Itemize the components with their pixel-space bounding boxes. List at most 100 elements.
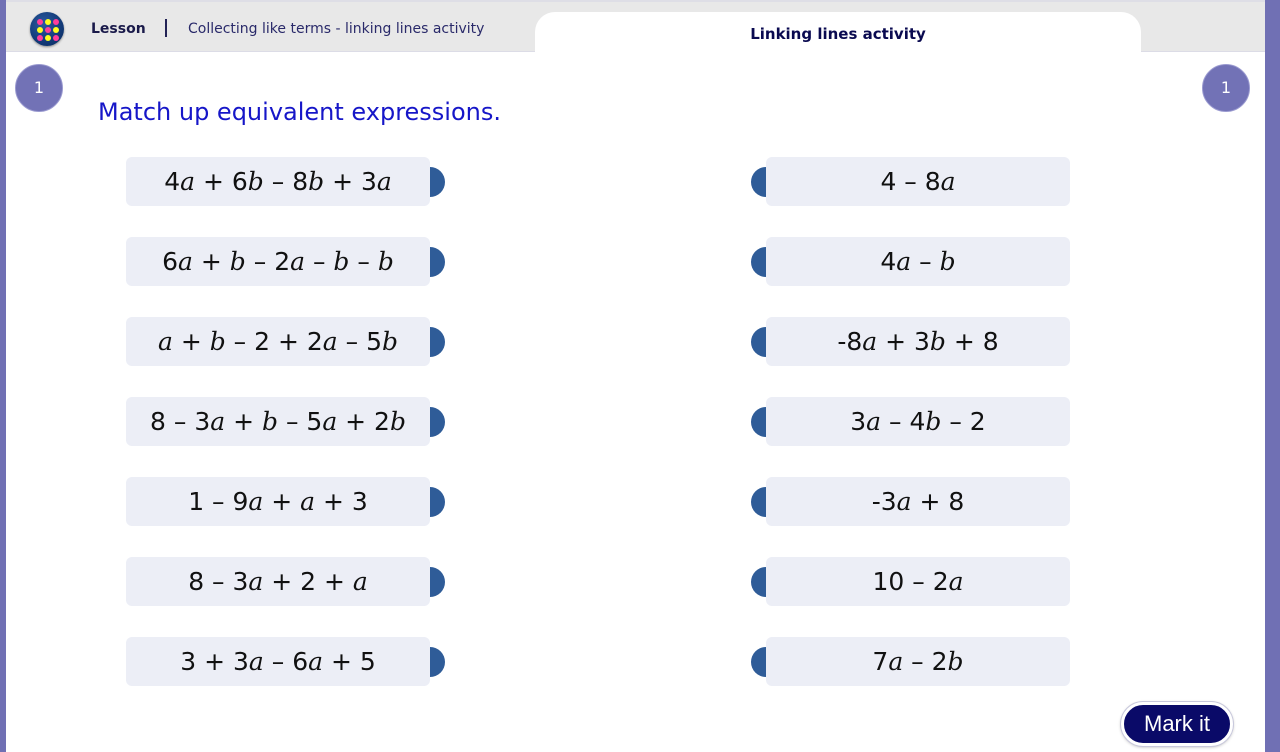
expression-text: – [305,247,334,276]
expression-text: – 4 [881,407,926,436]
variable: b [925,407,942,436]
expression-text: + 2 [337,407,390,436]
variable: a [322,407,338,436]
right-expression-card[interactable]: -8 a + 3b + 8 [766,317,1070,366]
mark-it-button[interactable]: Mark it [1121,702,1233,746]
expression-text: + [225,407,262,436]
expression-text: + [263,487,301,516]
expression-text: – 2 + 2 [225,327,323,356]
variable: a [157,327,173,356]
right-expression-card[interactable]: 10 – 2a [766,557,1070,606]
right-connector-handle[interactable] [751,647,766,677]
right-connector-handle[interactable] [751,247,766,277]
variable: a [862,327,878,356]
left-expression-card[interactable]: 8 – 3a + 2 + a [126,557,430,606]
right-connector-handle[interactable] [751,327,766,357]
variable: b [333,247,350,276]
variable: a [248,487,264,516]
breadcrumb-separator [165,19,167,37]
left-connector-handle[interactable] [430,247,445,277]
variable: b [389,407,406,436]
left-expression-card[interactable]: 6a + b – 2a – b – b [126,237,430,286]
question-number-badge-right: 1 [1202,64,1250,112]
expression-text: -8 [837,327,863,356]
variable: b [209,327,226,356]
logo-dot [37,35,43,41]
variable: a [248,647,264,676]
left-connector-handle[interactable] [430,167,445,197]
logo-dot [53,35,59,41]
right-connector-handle[interactable] [751,567,766,597]
expression-text: 1 – 9 [188,487,249,516]
left-expression-card[interactable]: 8 – 3a + b – 5a + 2b [126,397,430,446]
left-expression-card[interactable]: 1 – 9a + a + 3 [126,477,430,526]
right-expression-card[interactable]: 4a – b [766,237,1070,286]
variable: a [248,567,264,596]
left-expression-card[interactable]: a + b – 2 + 2a – 5b [126,317,430,366]
expression-text: – 2 [941,407,986,436]
logo-dot [53,27,59,33]
variable: b [947,647,964,676]
expression-text: – 6 [263,647,309,676]
left-expression-card[interactable]: 4a + 6b – 8b + 3a [126,157,430,206]
right-expression-card[interactable]: 7a – 2b [766,637,1070,686]
variable: b [247,167,264,196]
expression-text: 3 [850,407,867,436]
expression-text: 10 – 2 [872,567,949,596]
expression-text: + [192,247,230,276]
logo-dot [37,19,43,25]
left-connector-handle[interactable] [430,487,445,517]
expression-text: + 6 [195,167,248,196]
variable: a [940,167,956,196]
lesson-label[interactable]: Lesson [91,21,146,37]
variable: a [866,407,882,436]
app-logo-dots-icon[interactable] [30,12,64,46]
variable: a [180,167,196,196]
expression-text: – 5 [278,407,323,436]
expression-text: – [349,247,378,276]
left-frame-border [0,0,6,752]
variable: a [290,247,306,276]
expression-text: + 2 + [263,567,353,596]
variable: a [896,247,912,276]
right-expression-card[interactable]: 4 – 8a [766,157,1070,206]
left-connector-handle[interactable] [430,327,445,357]
expression-text: 3 + 3 [180,647,249,676]
variable: b [929,327,946,356]
tab-linking-lines-activity[interactable]: Linking lines activity [535,12,1141,56]
logo-dot [45,19,51,25]
variable: b [261,407,278,436]
logo-dot [45,35,51,41]
variable: a [948,567,964,596]
expression-text: + [172,327,210,356]
expression-text: – 2 [903,647,948,676]
variable: b [377,247,394,276]
tab-label: Linking lines activity [750,25,926,43]
expression-text: + 3 [315,487,368,516]
logo-dot [53,19,59,25]
variable: b [308,167,325,196]
left-expression-card[interactable]: 3 + 3a – 6a + 5 [126,637,430,686]
expression-text: 7 [872,647,889,676]
right-connector-handle[interactable] [751,167,766,197]
expression-text: 4 [164,167,181,196]
expression-text: – 5 [337,327,382,356]
variable: b [382,327,399,356]
left-connector-handle[interactable] [430,407,445,437]
logo-dot [45,27,51,33]
right-connector-handle[interactable] [751,407,766,437]
variable: b [229,247,246,276]
expression-text: + 8 [911,487,965,516]
right-expression-card[interactable]: 3a – 4b – 2 [766,397,1070,446]
question-number-badge-left: 1 [15,64,63,112]
logo-dot [37,27,43,33]
right-connector-handle[interactable] [751,487,766,517]
expression-text: -3 [871,487,897,516]
left-connector-handle[interactable] [430,567,445,597]
expression-text: – 2 [245,247,291,276]
expression-text: 4 [880,247,897,276]
left-connector-handle[interactable] [430,647,445,677]
expression-text: – 8 [263,167,309,196]
expression-text: + 5 [323,647,376,676]
right-expression-card[interactable]: -3 a + 8 [766,477,1070,526]
